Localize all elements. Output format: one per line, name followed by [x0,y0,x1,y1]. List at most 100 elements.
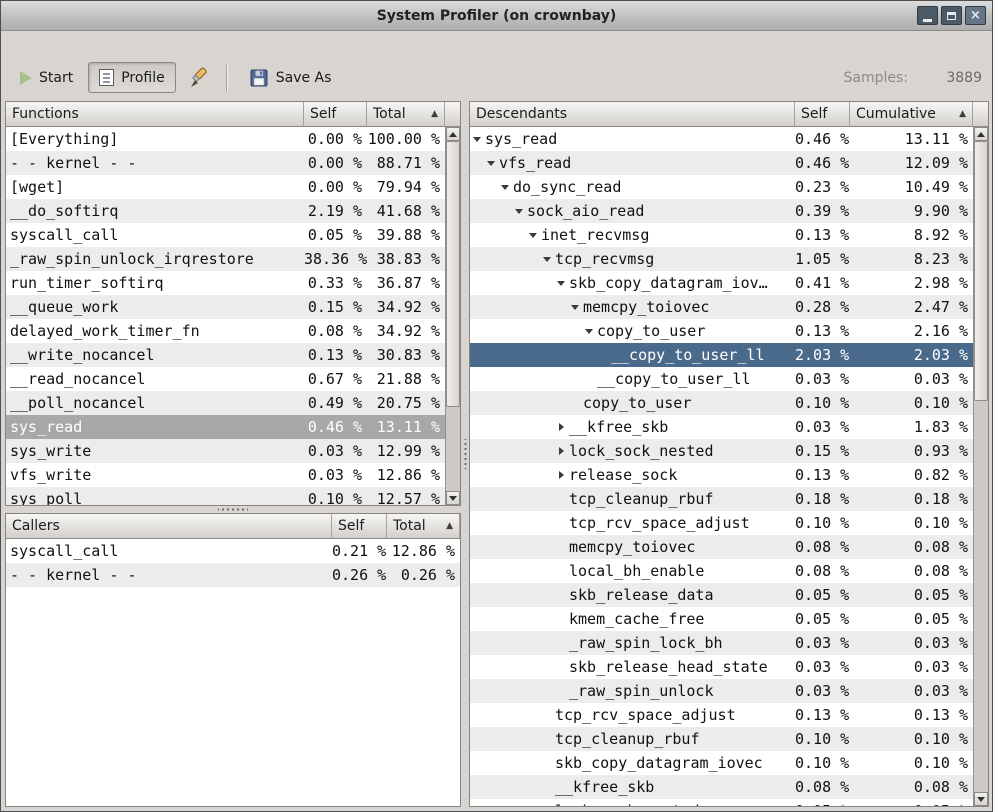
caller-row[interactable]: - - kernel - - 0.26 % 0.26 % [6,563,460,587]
descendant-row[interactable]: __kfree_skb 0.08 % 0.08 % [470,775,973,799]
function-row[interactable]: [wget] 0.00 % 79.94 % [6,175,445,199]
expander-icon[interactable] [554,679,568,703]
descendant-row[interactable]: tcp_rcv_space_adjust 0.10 % 0.10 % [470,511,973,535]
function-row[interactable]: vfs_write 0.03 % 12.86 % [6,463,445,487]
descendant-row[interactable]: copy_to_user 0.13 % 2.16 % [470,319,973,343]
expander-icon[interactable] [540,727,554,751]
descendant-row[interactable]: __kfree_skb 0.03 % 1.83 % [470,415,973,439]
descendant-row[interactable]: copy_to_user 0.10 % 0.10 % [470,391,973,415]
expander-icon[interactable] [596,343,610,367]
expander-icon[interactable] [540,703,554,727]
function-row[interactable]: - - kernel - - 0.00 % 88.71 % [6,151,445,175]
descendant-row[interactable]: skb_release_data 0.05 % 0.05 % [470,583,973,607]
expander-icon[interactable] [526,223,540,247]
scroll-down-button[interactable] [974,792,988,806]
descendant-row[interactable]: vfs_read 0.46 % 12.09 % [470,151,973,175]
descendant-row[interactable]: do_sync_read 0.23 % 10.49 % [470,175,973,199]
descendant-row[interactable]: tcp_cleanup_rbuf 0.10 % 0.10 % [470,727,973,751]
expander-icon[interactable] [540,247,554,271]
expander-icon[interactable] [554,631,568,655]
function-row[interactable]: [Everything] 0.00 % 100.00 % [6,127,445,151]
function-row[interactable]: __poll_nocancel 0.49 % 20.75 % [6,391,445,415]
start-button[interactable]: Start [9,63,84,93]
caller-row[interactable]: syscall_call 0.21 % 12.86 % [6,539,460,563]
descendant-row[interactable]: release_sock 0.13 % 0.82 % [470,463,973,487]
expander-icon[interactable] [554,271,568,295]
scroll-down-button[interactable] [446,491,460,505]
scrollbar-thumb[interactable] [974,141,988,401]
function-row[interactable]: delayed_work_timer_fn 0.08 % 34.92 % [6,319,445,343]
titlebar[interactable]: System Profiler (on crownbay) × [1,1,992,31]
scrollbar-thumb[interactable] [446,141,460,407]
expander-icon[interactable] [568,295,582,319]
expander-icon[interactable] [554,487,568,511]
descendant-row[interactable]: sys_read 0.46 % 13.11 % [470,127,973,151]
expander-icon[interactable] [554,535,568,559]
column-header-functions[interactable]: Functions [6,102,304,127]
descendants-scrollbar[interactable] [973,127,988,806]
descendant-row[interactable]: tcp_rcv_space_adjust 0.13 % 0.13 % [470,703,973,727]
descendant-row[interactable]: lock_sock_nested 0.15 % 0.93 % [470,439,973,463]
descendant-row[interactable]: tcp_recvmsg 1.05 % 8.23 % [470,247,973,271]
expander-icon[interactable] [554,463,568,487]
function-row[interactable]: __do_softirq 2.19 % 41.68 % [6,199,445,223]
expander-icon[interactable] [554,607,568,631]
descendant-row[interactable]: memcpy_toiovec 0.28 % 2.47 % [470,295,973,319]
scroll-up-button[interactable] [974,127,988,141]
descendant-row[interactable]: sock_aio_read 0.39 % 9.90 % [470,199,973,223]
profile-button[interactable]: Profile [88,62,176,93]
descendant-row[interactable]: kmem_cache_free 0.05 % 0.05 % [470,607,973,631]
expander-icon[interactable] [484,151,498,175]
descendant-row[interactable]: tcp_cleanup_rbuf 0.18 % 0.18 % [470,487,973,511]
paned-separator-vertical[interactable] [461,101,469,807]
column-header-callers[interactable]: Callers [6,514,332,539]
function-row[interactable]: syscall_call 0.05 % 39.88 % [6,223,445,247]
expander-icon[interactable] [540,799,554,806]
menu-item[interactable] [43,41,61,47]
expander-icon[interactable] [582,319,596,343]
save-as-button[interactable]: Save As [238,61,343,95]
descendant-row[interactable]: skb_copy_datagram_iovec 0.10 % 0.10 % [470,751,973,775]
function-row[interactable]: __read_nocancel 0.67 % 21.88 % [6,367,445,391]
descendant-row[interactable]: __copy_to_user_ll 0.03 % 0.03 % [470,367,973,391]
expander-icon[interactable] [554,415,568,439]
expander-icon[interactable] [498,175,512,199]
function-row[interactable]: sys_write 0.03 % 12.99 % [6,439,445,463]
function-row[interactable]: run_timer_softirq 0.33 % 36.87 % [6,271,445,295]
maximize-button[interactable] [941,6,962,25]
descendant-row[interactable]: lock_sock_nested 0.05 % 0.05 % [470,799,973,806]
scroll-up-button[interactable] [446,127,460,141]
descendant-row[interactable]: skb_release_head_state 0.03 % 0.03 % [470,655,973,679]
menu-item[interactable] [7,41,25,47]
scrollbar-track[interactable] [446,141,460,491]
minimize-button[interactable] [917,6,938,25]
column-header-cumulative[interactable]: Cumulative▲ [850,102,973,127]
expander-icon[interactable] [568,391,582,415]
expander-icon[interactable] [540,775,554,799]
descendant-row[interactable]: __copy_to_user_ll 2.03 % 2.03 % [470,343,973,367]
menu-item[interactable] [25,41,43,47]
expander-icon[interactable] [582,367,596,391]
expander-icon[interactable] [554,439,568,463]
expander-icon[interactable] [540,751,554,775]
descendant-row[interactable]: _raw_spin_lock_bh 0.03 % 0.03 % [470,631,973,655]
expander-icon[interactable] [512,199,526,223]
close-button[interactable]: × [965,6,986,25]
scrollbar-track[interactable] [974,141,988,792]
column-header-self[interactable]: Self [332,514,387,539]
function-row[interactable]: sys_poll 0.10 % 12.57 % [6,487,445,505]
expander-icon[interactable] [554,559,568,583]
descendant-row[interactable]: _raw_spin_unlock 0.03 % 0.03 % [470,679,973,703]
column-header-self[interactable]: Self [795,102,850,127]
column-header-self[interactable]: Self [304,102,367,127]
expander-icon[interactable] [554,583,568,607]
expander-icon[interactable] [554,511,568,535]
reset-button[interactable] [180,60,216,96]
descendant-row[interactable]: local_bh_enable 0.08 % 0.08 % [470,559,973,583]
column-header-total[interactable]: Total▲ [387,514,460,539]
function-row[interactable]: sys_read 0.46 % 13.11 % [6,415,445,439]
descendant-row[interactable]: inet_recvmsg 0.13 % 8.92 % [470,223,973,247]
descendant-row[interactable]: skb_copy_datagram_iov… 0.41 % 2.98 % [470,271,973,295]
functions-scrollbar[interactable] [445,127,460,505]
expander-icon[interactable] [554,655,568,679]
